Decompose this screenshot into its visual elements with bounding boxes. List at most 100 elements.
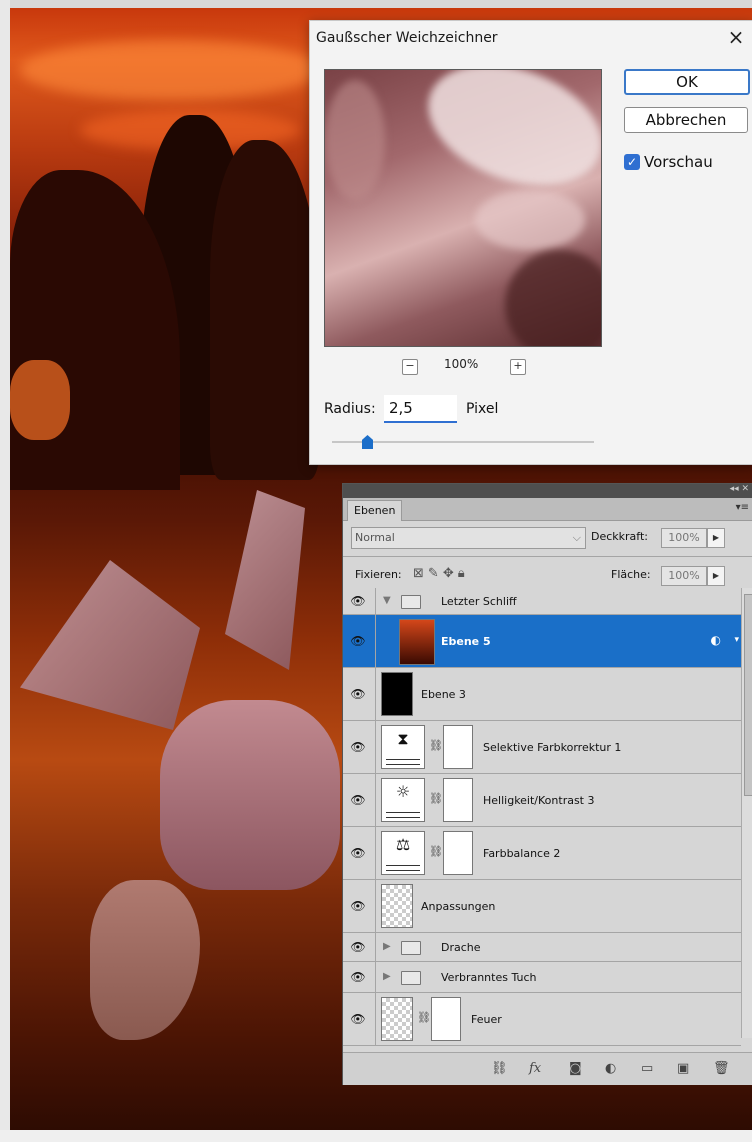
adjustment-slider-glyph bbox=[386, 812, 420, 818]
layer-row[interactable]: 👁︎ Ebene 3 bbox=[343, 668, 741, 721]
preview-shadow bbox=[505, 250, 601, 346]
preview-checkbox[interactable]: ✓ bbox=[624, 154, 640, 170]
layer-thumbnail bbox=[381, 997, 413, 1041]
lock-all-icon[interactable]: 🔒︎ bbox=[458, 566, 469, 581]
divider bbox=[375, 774, 376, 826]
scrollbar-thumb[interactable] bbox=[744, 594, 752, 796]
adjustment-layer-icon[interactable]: ◐ bbox=[605, 1061, 616, 1076]
zoom-level: 100% bbox=[444, 357, 479, 371]
selective-color-icon: ⧗ bbox=[397, 729, 409, 748]
expand-triangle-icon[interactable]: ▶ bbox=[383, 941, 391, 952]
new-group-icon[interactable]: ▭ bbox=[641, 1061, 653, 1076]
divider bbox=[375, 993, 376, 1045]
layer-row[interactable]: 👁︎ ▶ Verbranntes Tuch bbox=[343, 962, 741, 993]
lock-label: Fixieren: bbox=[355, 568, 402, 581]
layers-panel[interactable]: ◂◂ ✕ Ebenen ▾≡ Normal ⌵ Deckkraft: 100% ▶… bbox=[342, 483, 752, 1085]
visibility-eye-icon[interactable]: 👁︎ bbox=[349, 634, 367, 648]
layer-name: Ebene 5 bbox=[441, 635, 491, 648]
blur-preview[interactable] bbox=[324, 69, 602, 347]
adjustment-slider-glyph bbox=[386, 865, 420, 871]
opacity-label: Deckkraft: bbox=[591, 530, 648, 543]
new-layer-icon[interactable]: ▣ bbox=[677, 1061, 689, 1076]
mask-thumbnail[interactable] bbox=[443, 778, 473, 822]
layer-name: Letzter Schliff bbox=[441, 595, 517, 608]
visibility-eye-icon[interactable]: 👁︎ bbox=[349, 594, 367, 608]
canvas-border bbox=[0, 1130, 752, 1142]
layer-name: Anpassungen bbox=[421, 900, 496, 913]
ok-button[interactable]: OK bbox=[624, 69, 750, 95]
figure-leg bbox=[90, 880, 200, 1040]
visibility-eye-icon[interactable]: 👁︎ bbox=[349, 793, 367, 807]
layer-row-selected[interactable]: 👁︎ Ebene 5 ◐ ▾ bbox=[343, 615, 741, 668]
opacity-field[interactable]: 100% bbox=[661, 528, 707, 548]
chevron-down-icon[interactable]: ▾ bbox=[734, 635, 739, 645]
expand-triangle-icon[interactable]: ▼ bbox=[383, 595, 391, 606]
divider bbox=[375, 962, 376, 992]
divider bbox=[375, 668, 376, 720]
lock-position-icon[interactable]: ✥ bbox=[443, 566, 458, 581]
layer-row[interactable]: 👁︎ ▶ Drache bbox=[343, 933, 741, 962]
collapse-icon[interactable]: ◂◂ ✕ bbox=[730, 484, 749, 494]
panel-tab-row: Ebenen ▾≡ bbox=[343, 498, 752, 521]
layer-row[interactable]: 👁︎ ☼ ⛓ Helligkeit/Kontrast 3 bbox=[343, 774, 741, 827]
visibility-eye-icon[interactable]: 👁︎ bbox=[349, 687, 367, 701]
link-icon[interactable]: ⛓ bbox=[417, 1011, 431, 1024]
canvas-border bbox=[0, 0, 10, 1142]
visibility-eye-icon[interactable]: 👁︎ bbox=[349, 970, 367, 984]
fx-icon[interactable]: fx bbox=[529, 1061, 541, 1076]
preview-hair-highlight bbox=[325, 80, 385, 200]
visibility-eye-icon[interactable]: 👁︎ bbox=[349, 899, 367, 913]
expand-triangle-icon[interactable]: ▶ bbox=[383, 971, 391, 982]
dragon-wing bbox=[20, 560, 200, 730]
mask-thumbnail[interactable] bbox=[431, 997, 461, 1041]
zoom-in-button[interactable]: + bbox=[510, 359, 526, 375]
fill-field[interactable]: 100% bbox=[661, 566, 707, 586]
divider bbox=[375, 588, 376, 614]
visibility-eye-icon[interactable]: 👁︎ bbox=[349, 940, 367, 954]
blend-mode-select[interactable]: Normal ⌵ bbox=[351, 527, 586, 549]
radius-input[interactable] bbox=[384, 395, 457, 423]
tab-layers[interactable]: Ebenen bbox=[347, 500, 403, 521]
visibility-eye-icon[interactable]: 👁︎ bbox=[349, 846, 367, 860]
layer-row[interactable]: 👁︎ ⛓ Feuer bbox=[343, 993, 741, 1046]
lock-icons[interactable]: ⊠✎✥🔒︎ bbox=[413, 566, 469, 581]
divider bbox=[375, 827, 376, 879]
layer-name: Selektive Farbkorrektur 1 bbox=[483, 741, 622, 754]
lock-transparent-icon[interactable]: ⊠ bbox=[413, 566, 428, 581]
layer-thumbnail bbox=[399, 619, 435, 665]
folder-icon bbox=[401, 941, 421, 955]
adjustment-thumbnail: ⚖ bbox=[381, 831, 425, 875]
blend-mode-value: Normal bbox=[355, 531, 395, 544]
folder-icon bbox=[401, 595, 421, 609]
lock-paint-icon[interactable]: ✎ bbox=[428, 566, 443, 581]
mask-thumbnail[interactable] bbox=[443, 725, 473, 769]
add-mask-icon[interactable]: ◙ bbox=[569, 1061, 582, 1076]
canvas-border bbox=[0, 0, 752, 8]
visibility-eye-icon[interactable]: 👁︎ bbox=[349, 1012, 367, 1026]
link-icon[interactable]: ⛓ bbox=[429, 792, 443, 805]
gaussian-blur-dialog[interactable]: Gaußscher Weichzeichner × − 100% + OK Ab… bbox=[309, 20, 752, 465]
layer-row[interactable]: 👁︎ ▼ Letzter Schliff bbox=[343, 588, 741, 615]
link-icon[interactable]: ⛓ bbox=[429, 845, 443, 858]
trash-icon[interactable]: 🗑︎ bbox=[713, 1061, 730, 1076]
opacity-arrow[interactable]: ▶ bbox=[707, 528, 725, 548]
zoom-out-button[interactable]: − bbox=[402, 359, 418, 375]
cancel-button[interactable]: Abbrechen bbox=[624, 107, 748, 133]
chevron-down-icon: ⌵ bbox=[572, 531, 581, 544]
close-icon[interactable]: × bbox=[725, 25, 747, 49]
panel-menu-icon[interactable]: ▾≡ bbox=[736, 502, 749, 513]
layer-row[interactable]: 👁︎ ⧗ ⛓ Selektive Farbkorrektur 1 bbox=[343, 721, 741, 774]
smart-object-filter-icon[interactable]: ◐ bbox=[711, 633, 721, 647]
visibility-eye-icon[interactable]: 👁︎ bbox=[349, 740, 367, 754]
dragon-wing bbox=[225, 490, 305, 670]
layer-row[interactable]: 👁︎ Anpassungen bbox=[343, 880, 741, 933]
link-layers-icon[interactable]: ⛓ bbox=[491, 1061, 508, 1076]
layer-list-scrollbar[interactable] bbox=[741, 588, 752, 1038]
radius-slider-thumb[interactable] bbox=[362, 435, 373, 449]
fill-arrow[interactable]: ▶ bbox=[707, 566, 725, 586]
link-icon[interactable]: ⛓ bbox=[429, 739, 443, 752]
panel-header-bar[interactable]: ◂◂ ✕ bbox=[343, 484, 752, 498]
mask-thumbnail[interactable] bbox=[443, 831, 473, 875]
layer-row[interactable]: 👁︎ ⚖ ⛓ Farbbalance 2 bbox=[343, 827, 741, 880]
color-balance-icon: ⚖ bbox=[395, 835, 411, 854]
